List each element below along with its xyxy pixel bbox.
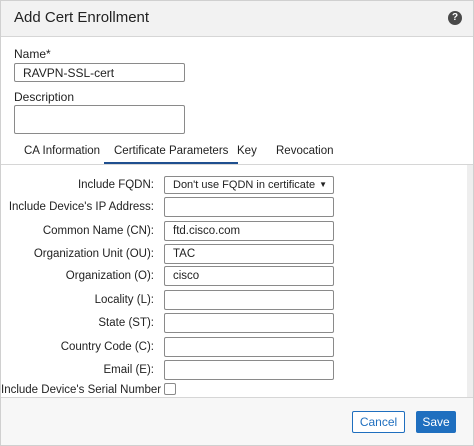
description-input[interactable] — [14, 105, 185, 134]
email-input[interactable] — [164, 360, 334, 380]
serial-number-checkbox[interactable] — [164, 383, 176, 395]
email-label: Email (E): — [103, 364, 154, 376]
description-label: Description — [14, 90, 75, 104]
serial-number-label: Include Device's Serial Number — [1, 384, 162, 396]
locality-label: Locality (L): — [94, 294, 154, 306]
org-unit-input[interactable] — [164, 244, 334, 264]
panel-scrollbar[interactable] — [467, 165, 473, 397]
ip-address-label: Include Device's IP Address: — [8, 201, 154, 213]
help-icon[interactable]: ? — [448, 11, 462, 25]
tab-revocation[interactable]: Revocation — [276, 141, 334, 165]
add-cert-enrollment-dialog: Add Cert Enrollment ? Name* Description … — [0, 0, 474, 446]
save-button[interactable]: Save — [416, 411, 456, 433]
common-name-input[interactable] — [164, 221, 334, 241]
organization-label: Organization (O): — [65, 270, 154, 282]
dialog-header: Add Cert Enrollment ? — [1, 1, 473, 37]
include-fqdn-select[interactable]: Don't use FQDN in certificate ▼ — [164, 176, 334, 194]
chevron-down-icon: ▼ — [319, 180, 327, 189]
country-code-label: Country Code (C): — [60, 341, 154, 353]
state-input[interactable] — [164, 313, 334, 333]
organization-input[interactable] — [164, 266, 334, 286]
common-name-label: Common Name (CN): — [42, 225, 154, 237]
locality-input[interactable] — [164, 290, 334, 310]
tab-ca-information[interactable]: CA Information — [24, 141, 100, 165]
state-label: State (ST): — [98, 317, 154, 329]
dialog-title: Add Cert Enrollment — [14, 9, 150, 26]
cancel-button[interactable]: Cancel — [352, 411, 405, 433]
name-label: Name* — [14, 47, 51, 61]
include-fqdn-selected-value: Don't use FQDN in certificate — [173, 179, 316, 191]
tab-certificate-parameters[interactable]: Certificate Parameters — [104, 141, 239, 165]
tab-key[interactable]: Key — [237, 141, 257, 165]
include-fqdn-label: Include FQDN: — [77, 179, 154, 191]
dialog-footer: Cancel Save — [1, 397, 473, 445]
org-unit-label: Organization Unit (OU): — [33, 248, 154, 260]
country-code-input[interactable] — [164, 337, 334, 357]
name-input[interactable] — [14, 63, 185, 82]
ip-address-input[interactable] — [164, 197, 334, 217]
